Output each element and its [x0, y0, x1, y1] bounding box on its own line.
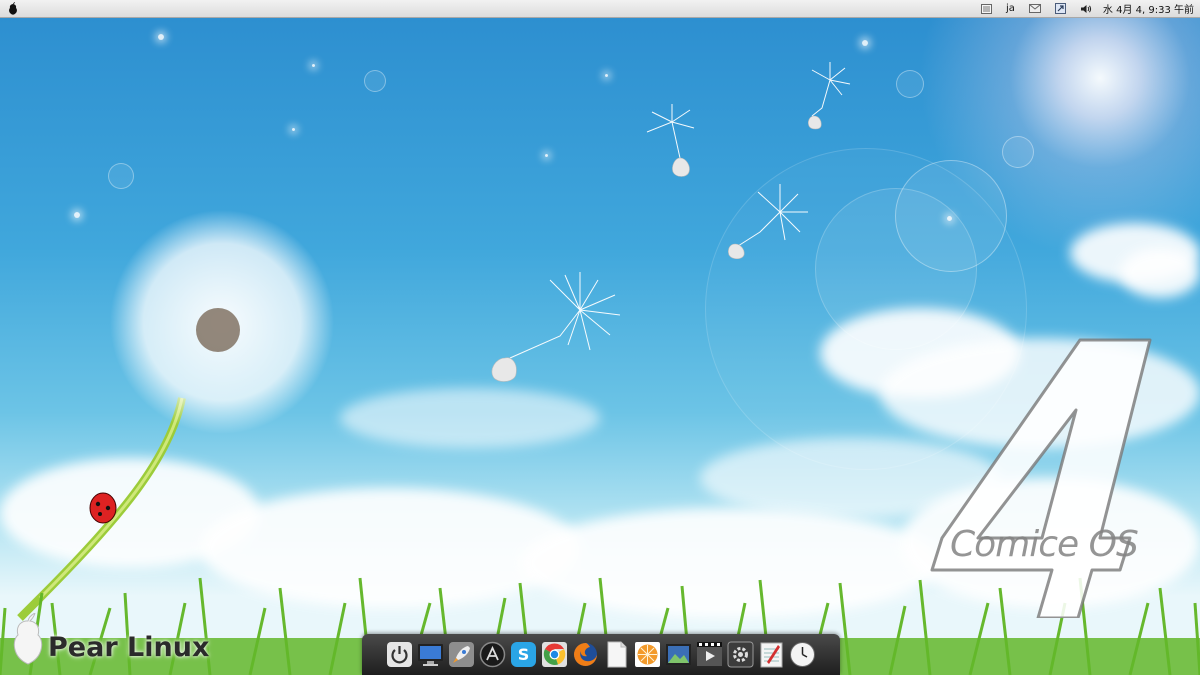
document-icon [607, 641, 627, 668]
svg-text:S: S [518, 645, 530, 664]
mail-icon [1028, 4, 1041, 13]
system-tray: ja 水 4月 4, 9:33 午前 [974, 0, 1200, 18]
skype-icon: S [511, 642, 536, 667]
comice-os-label: Comice OS [950, 524, 1139, 565]
keyboard-indicator[interactable] [974, 0, 999, 18]
dock-item-system-settings[interactable] [727, 641, 754, 668]
top-menu-bar: ja 水 4月 4, 9:33 午前 [0, 0, 1200, 18]
network-icon [1054, 3, 1066, 14]
volume-icon [1080, 4, 1092, 13]
dock-item-firefox[interactable] [572, 641, 599, 668]
chrome-icon [542, 642, 567, 667]
rocket-launcher-icon [449, 642, 474, 667]
dock: S [362, 634, 840, 675]
input-method-indicator[interactable]: ja [999, 0, 1022, 18]
comice-os-4-logo [930, 338, 1152, 618]
input-method-label: ja [1006, 3, 1015, 14]
dock-item-launcher[interactable] [448, 641, 475, 668]
dock-item-app-store[interactable] [479, 641, 506, 668]
dock-item-chrome[interactable] [541, 641, 568, 668]
clock[interactable]: 水 4月 4, 9:33 午前 [1099, 1, 1194, 16]
dock-item-photo[interactable] [634, 641, 661, 668]
clock-icon [790, 642, 815, 667]
volume-indicator[interactable] [1073, 0, 1099, 18]
image-viewer-icon [666, 644, 691, 665]
dock-item-text-editor[interactable] [758, 641, 785, 668]
monitor-icon [418, 644, 443, 666]
video-player-icon [697, 642, 722, 666]
pear-menu-button[interactable] [0, 2, 26, 15]
firefox-icon [574, 643, 597, 666]
app-store-icon [479, 641, 506, 668]
pear-logo-icon [13, 613, 43, 665]
network-indicator[interactable] [1048, 0, 1073, 18]
dock-item-video-player[interactable] [696, 641, 723, 668]
desktop-wallpaper: Comice OS Pear Linux [0, 18, 1200, 675]
dock-item-document[interactable] [603, 641, 630, 668]
keyboard-icon [981, 3, 993, 14]
pear-icon [9, 2, 17, 15]
pear-linux-logo-text: Pear Linux [48, 632, 210, 663]
orange-photo-icon [635, 642, 660, 667]
dock-item-skype[interactable]: S [510, 641, 537, 668]
dock-item-clock[interactable] [789, 641, 816, 668]
dock-item-power[interactable] [386, 641, 413, 668]
text-editor-icon [760, 642, 783, 668]
dock-item-monitor[interactable] [417, 641, 444, 668]
power-icon [387, 642, 412, 667]
system-settings-icon [727, 641, 754, 668]
pear-linux-logo: Pear Linux [10, 613, 209, 665]
dock-item-image-viewer[interactable] [665, 641, 692, 668]
mail-indicator[interactable] [1022, 0, 1048, 18]
